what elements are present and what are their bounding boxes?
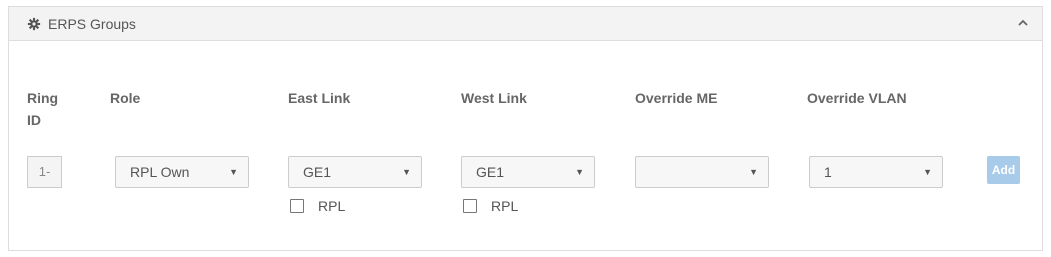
west-rpl-label: RPL <box>491 198 519 214</box>
west-link-select-value: GE1 <box>476 164 505 180</box>
panel-header: ERPS Groups <box>9 7 1042 41</box>
chevron-up-icon[interactable] <box>1016 16 1030 30</box>
ring-id-label-line1: Ring <box>27 90 59 106</box>
role-select[interactable]: RPL Own ▼ <box>115 156 249 188</box>
column-header-east-link: East Link <box>288 90 351 106</box>
column-header-override-me: Override ME <box>635 90 718 106</box>
dropdown-arrow-icon: ▼ <box>749 167 758 177</box>
east-link-select[interactable]: GE1 ▼ <box>288 156 422 188</box>
ring-id-input[interactable]: 1- <box>27 156 62 188</box>
east-link-select-value: GE1 <box>303 164 332 180</box>
column-header-override-vlan: Override VLAN <box>807 90 907 106</box>
override-vlan-select[interactable]: 1 ▼ <box>809 156 943 188</box>
column-header-west-link: West Link <box>461 90 527 106</box>
dropdown-arrow-icon: ▼ <box>575 167 584 177</box>
east-rpl-label: RPL <box>318 198 346 214</box>
override-vlan-select-value: 1 <box>824 164 832 180</box>
checkbox-icon[interactable] <box>290 199 304 213</box>
erps-groups-panel: ERPS Groups Ring ID Role East Link West … <box>8 6 1043 251</box>
dropdown-arrow-icon: ▼ <box>923 167 932 177</box>
gear-icon <box>27 17 41 31</box>
dropdown-arrow-icon: ▼ <box>402 167 411 177</box>
west-link-select[interactable]: GE1 ▼ <box>461 156 595 188</box>
west-rpl-checkbox[interactable]: RPL <box>463 198 518 214</box>
panel-title: ERPS Groups <box>27 16 136 32</box>
dropdown-arrow-icon: ▼ <box>229 167 238 177</box>
column-header-ring-id: Ring ID <box>27 87 58 131</box>
role-select-value: RPL Own <box>130 164 190 180</box>
column-header-role: Role <box>110 90 141 106</box>
override-me-select[interactable]: ▼ <box>635 156 769 188</box>
add-button[interactable]: Add <box>987 156 1020 184</box>
checkbox-icon[interactable] <box>463 199 477 213</box>
east-rpl-checkbox[interactable]: RPL <box>290 198 345 214</box>
panel-title-text: ERPS Groups <box>48 16 136 32</box>
ring-id-label-line2: ID <box>27 112 41 128</box>
